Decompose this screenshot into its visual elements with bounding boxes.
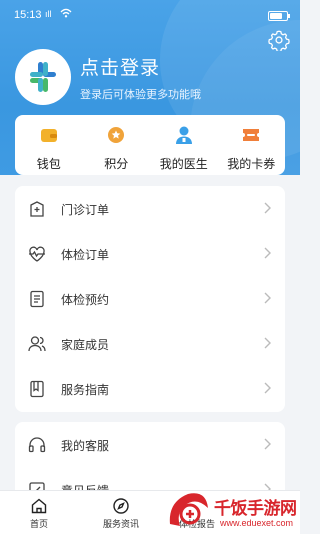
avatar[interactable] — [15, 49, 71, 105]
hospital-logo-icon — [30, 62, 56, 92]
quick-action-coupon[interactable]: 我的卡券 — [218, 115, 286, 175]
compass-icon — [113, 498, 129, 514]
family-icon — [28, 336, 46, 352]
tab-service-info[interactable]: 服务资讯 — [90, 491, 152, 534]
quick-action-label: 我的卡券 — [227, 157, 276, 171]
quick-actions: 钱包 积分 我的医生 我的卡券 — [15, 115, 285, 175]
menu-item-checkup-appointment[interactable]: 体检预约 — [15, 276, 285, 321]
menu-card-main: 门诊订单 体检订单 体检预约 家庭成员 服务指南 — [15, 186, 285, 412]
quick-action-points[interactable]: 积分 — [83, 115, 151, 175]
watermark-name: 千饭手游网 — [214, 499, 297, 518]
chevron-right-icon — [264, 292, 271, 304]
watermark-logo-icon — [169, 493, 208, 526]
chevron-right-icon — [264, 202, 271, 214]
chevron-right-icon — [264, 247, 271, 259]
menu-item-label: 我的客服 — [61, 439, 110, 453]
heartbeat-icon — [29, 246, 45, 262]
watermark: 千饭手游网 www.eduexet.com — [164, 490, 300, 533]
menu-item-label: 体检订单 — [61, 248, 110, 262]
menu-item-customer-service[interactable]: 我的客服 — [15, 422, 285, 467]
chevron-right-icon — [264, 337, 271, 349]
wifi-icon — [60, 8, 72, 18]
points-icon — [108, 127, 125, 143]
menu-item-label: 服务指南 — [61, 383, 110, 397]
menu-item-label: 体检预约 — [61, 293, 110, 307]
quick-action-label: 钱包 — [36, 157, 61, 171]
menu-item-family-members[interactable]: 家庭成员 — [15, 321, 285, 366]
menu-item-checkup-orders[interactable]: 体检订单 — [15, 231, 285, 276]
menu-item-outpatient-orders[interactable]: 门诊订单 — [15, 186, 285, 231]
watermark-url: www.eduexet.com — [220, 518, 294, 528]
quick-action-wallet[interactable]: 钱包 — [15, 115, 83, 175]
headset-icon — [28, 437, 46, 453]
menu-item-service-guide[interactable]: 服务指南 — [15, 366, 285, 411]
settings-gear-icon[interactable] — [268, 29, 290, 51]
document-icon — [30, 290, 44, 308]
wallet-icon — [40, 129, 57, 142]
menu-item-label: 门诊订单 — [61, 203, 110, 217]
doctor-icon — [175, 126, 192, 144]
login-subtitle: 登录后可体验更多功能哦 — [80, 89, 201, 101]
hospital-order-icon — [30, 201, 44, 217]
chevron-right-icon — [264, 438, 271, 450]
quick-action-label: 我的医生 — [159, 157, 208, 171]
tab-home[interactable]: 首页 — [20, 491, 58, 534]
coupon-icon — [243, 129, 260, 141]
chevron-right-icon — [264, 382, 271, 394]
tab-label: 首页 — [29, 519, 48, 529]
home-icon — [31, 498, 47, 514]
tab-label: 服务资讯 — [102, 519, 139, 529]
signal-icon: ıll — [45, 9, 52, 19]
battery-icon — [268, 11, 290, 21]
login-title[interactable]: 点击登录 — [80, 53, 160, 80]
status-time: 15:13 — [14, 9, 42, 21]
quick-action-label: 积分 — [104, 157, 129, 171]
quick-action-doctor[interactable]: 我的医生 — [150, 115, 218, 175]
status-bar: 15:13 ıll — [0, 0, 300, 28]
menu-item-label: 家庭成员 — [61, 338, 110, 352]
guide-book-icon — [30, 380, 44, 398]
